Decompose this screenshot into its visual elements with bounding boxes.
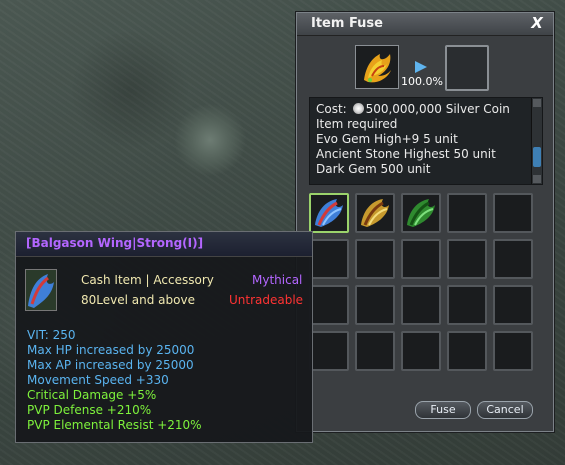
item-icon-frame bbox=[25, 269, 57, 311]
cost-value: 500,000,000 Silver Coin bbox=[365, 102, 510, 116]
source-item-slot[interactable] bbox=[355, 45, 399, 89]
gold-wing-icon bbox=[361, 199, 389, 227]
inventory-slot[interactable] bbox=[355, 239, 395, 279]
arrow-right-icon bbox=[415, 61, 427, 73]
requirement-item: Dark Gem 500 unit bbox=[316, 162, 431, 176]
stat-line: Max HP increased by 25000 bbox=[27, 343, 195, 357]
inventory-slot[interactable] bbox=[447, 239, 487, 279]
inventory-slot[interactable] bbox=[447, 285, 487, 325]
requirements-scrollbar[interactable] bbox=[531, 98, 542, 184]
scroll-down-icon[interactable] bbox=[533, 175, 541, 183]
item-fuse-window: Item Fuse X 100.0% Cost: 500,000,000 Sil… bbox=[296, 12, 554, 432]
silver-coin-icon bbox=[352, 103, 364, 114]
tooltip-header: [Balgason Wing|Strong(I)] bbox=[16, 232, 312, 257]
blue-wing-icon bbox=[28, 274, 54, 308]
window-title-bar[interactable]: Item Fuse X bbox=[297, 13, 553, 36]
stat-line: Critical Damage +5% bbox=[27, 388, 157, 402]
inventory-slot[interactable] bbox=[447, 331, 487, 371]
requirement-item: Ancient Stone Highest 50 unit bbox=[316, 147, 496, 161]
phoenix-feather-icon bbox=[364, 54, 391, 83]
cost-label: Cost: bbox=[316, 102, 347, 116]
item-type: Cash Item | Accessory bbox=[81, 273, 214, 287]
success-rate: 100.0% bbox=[401, 75, 443, 88]
inventory-slot[interactable] bbox=[355, 193, 395, 233]
scroll-up-icon[interactable] bbox=[533, 99, 541, 107]
result-item-slot[interactable] bbox=[445, 45, 489, 91]
scroll-thumb[interactable] bbox=[533, 147, 541, 167]
blue-wing-icon bbox=[315, 199, 343, 227]
inventory-slot[interactable] bbox=[309, 193, 349, 233]
item-tooltip: [Balgason Wing|Strong(I)] Cash Item | Ac… bbox=[15, 231, 313, 443]
inventory-slot[interactable] bbox=[355, 331, 395, 371]
inventory-slot[interactable] bbox=[355, 285, 395, 325]
stat-line: VIT: 250 bbox=[27, 328, 76, 342]
inventory-slot[interactable] bbox=[401, 331, 441, 371]
item-trade-status: Untradeable bbox=[229, 293, 304, 307]
requirements-panel: Cost: 500,000,000 Silver Coin Item requi… bbox=[309, 97, 543, 185]
window-title: Item Fuse bbox=[311, 16, 383, 31]
inventory-slot[interactable] bbox=[493, 331, 533, 371]
cost-line: Cost: 500,000,000 Silver Coin bbox=[310, 102, 542, 117]
close-button[interactable]: X bbox=[529, 15, 545, 32]
item-rarity: Mythical bbox=[252, 273, 303, 287]
inventory-slot[interactable] bbox=[493, 239, 533, 279]
inventory-slot[interactable] bbox=[447, 193, 487, 233]
inventory-slot[interactable] bbox=[309, 239, 349, 279]
requirements-heading: Item required bbox=[316, 117, 398, 131]
stat-line: Movement Speed +330 bbox=[27, 373, 169, 387]
inventory-slot[interactable] bbox=[309, 331, 349, 371]
item-name: [Balgason Wing|Strong(I)] bbox=[26, 236, 204, 250]
fuse-button[interactable]: Fuse bbox=[415, 401, 471, 419]
inventory-slot[interactable] bbox=[401, 239, 441, 279]
inventory-slot[interactable] bbox=[401, 285, 441, 325]
inventory-slot[interactable] bbox=[401, 193, 441, 233]
inventory-slot[interactable] bbox=[493, 285, 533, 325]
inventory-slot[interactable] bbox=[309, 285, 349, 325]
item-level: 80Level and above bbox=[81, 293, 195, 307]
stat-line: PVP Elemental Resist +210% bbox=[27, 418, 202, 432]
stat-line: Max AP increased by 25000 bbox=[27, 358, 194, 372]
green-wing-icon bbox=[407, 199, 435, 227]
inventory-slot[interactable] bbox=[493, 193, 533, 233]
requirement-item: Evo Gem High+9 5 unit bbox=[316, 132, 458, 146]
stat-line: PVP Defense +210% bbox=[27, 403, 152, 417]
cancel-button[interactable]: Cancel bbox=[477, 401, 533, 419]
